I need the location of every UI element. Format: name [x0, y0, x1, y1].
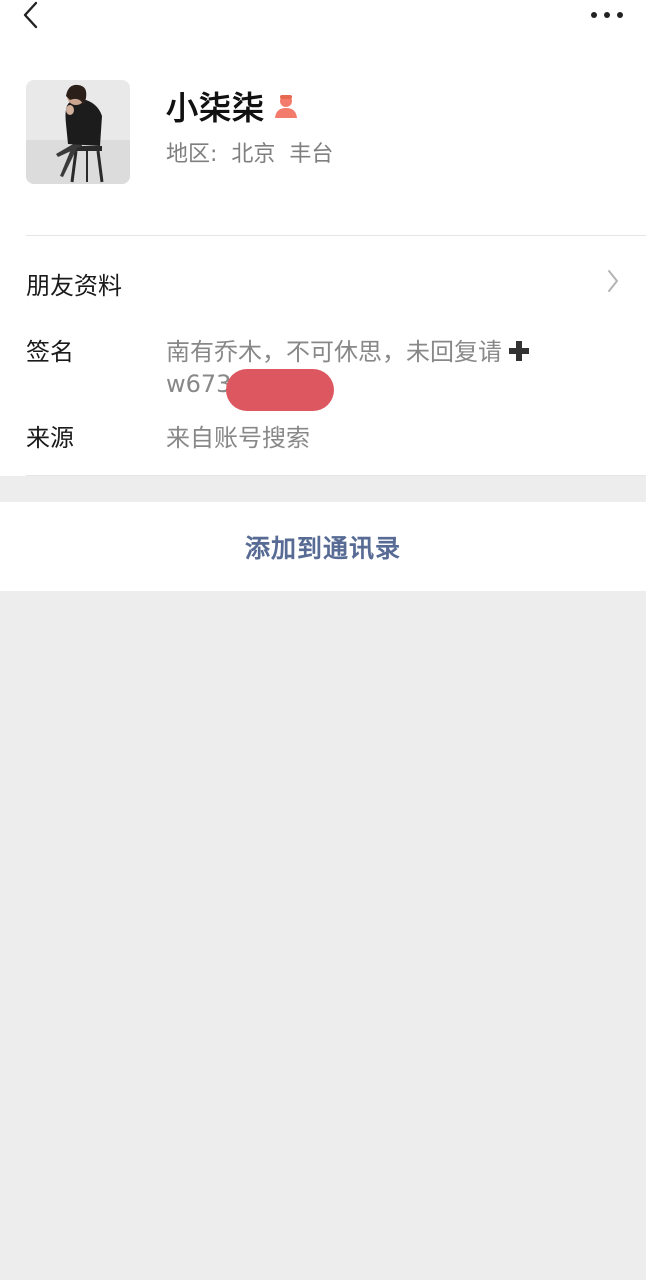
region-text: 地区: 北京 丰台 [166, 142, 334, 167]
divider [26, 235, 646, 236]
more-dots-icon[interactable] [590, 8, 624, 22]
back-chevron-icon[interactable] [18, 0, 46, 34]
avatar[interactable] [26, 80, 130, 184]
profile-card: 小柒柒 地区: 北京 丰台 朋友资料 签名 南有乔木，不可休思，未回复请 w67… [0, 0, 646, 476]
add-to-contacts-button[interactable]: 添加到通讯录 [0, 502, 646, 591]
add-to-contacts-label: 添加到通讯录 [244, 533, 401, 563]
friend-info-row[interactable]: 朋友资料 [26, 266, 122, 301]
name-row: 小柒柒 [166, 84, 299, 128]
signature-line-1: 南有乔木，不可休思，未回复请 [166, 332, 530, 367]
signature-text: 南有乔木，不可休思，未回复请 [166, 338, 502, 366]
chevron-right-icon[interactable] [606, 268, 620, 294]
source-value: 来自账号搜索 [166, 424, 310, 452]
display-name: 小柒柒 [166, 89, 266, 127]
plus-icon [509, 341, 529, 361]
divider [26, 475, 646, 476]
source-label: 来源 [26, 424, 74, 452]
signature-line-2: w673 [166, 370, 232, 398]
female-icon [275, 95, 298, 118]
redaction-mark [226, 369, 334, 411]
signature-label: 签名 [26, 338, 74, 366]
